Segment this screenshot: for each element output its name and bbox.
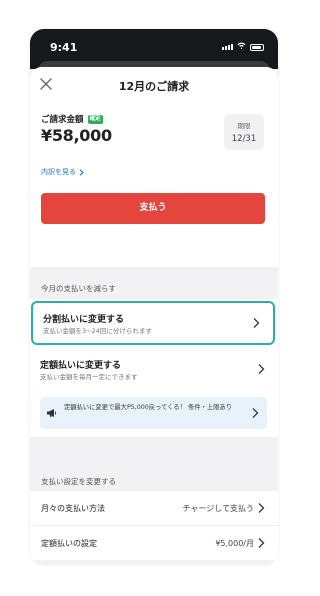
due-date: 12/31 xyxy=(231,134,257,144)
settings-section-label: 支払い設定を変更する xyxy=(41,477,116,486)
reduce-section-label: 今月の支払いを減らす xyxy=(41,284,116,293)
bill-amount: ¥58,000 xyxy=(41,126,112,145)
setting-value: チャージして支払う xyxy=(182,504,254,513)
payment-method-row[interactable]: 月々の支払い方法 チャージして支払う xyxy=(30,491,278,525)
chevron-right-icon xyxy=(258,503,265,513)
bill-sheet: 12月のご請求 ご請求金額 確定 ¥58,000 期限 12/31 内訳を見る … xyxy=(30,67,278,565)
details-link[interactable]: 内訳を見る xyxy=(41,167,84,177)
due-date-box: 期限 12/31 xyxy=(224,114,264,150)
chevron-right-icon xyxy=(252,408,259,418)
option-title: 分割払いに変更する xyxy=(43,315,125,325)
reduce-options-card: 分割払いに変更する 支払い金額を3~24回に分けられます 定額払いに変更する 支… xyxy=(30,299,278,437)
promo-notice[interactable]: 定額払いに変更で最大P5,000戻ってくる！ 条件・上限あり xyxy=(40,397,267,429)
chevron-right-icon xyxy=(258,364,265,374)
due-label: 期限 xyxy=(237,122,251,130)
confirmed-badge: 確定 xyxy=(87,114,103,124)
option-subtitle: 支払い金額を毎月一定にできます xyxy=(40,373,138,381)
installment-option[interactable]: 分割払いに変更する 支払い金額を3~24回に分けられます xyxy=(31,301,275,345)
chevron-right-icon xyxy=(258,538,265,548)
setting-value: ¥5,000/月 xyxy=(215,539,254,548)
fixed-payment-option[interactable]: 定額払いに変更する 支払い金額を毎月一定にできます xyxy=(30,349,278,389)
pay-button[interactable]: 支払う xyxy=(41,193,265,224)
fixed-payment-setting-row[interactable]: 定額払いの設定 ¥5,000/月 xyxy=(30,526,278,560)
signal-icon xyxy=(222,44,233,50)
chevron-right-icon xyxy=(253,318,260,328)
setting-label: 月々の支払い方法 xyxy=(41,504,105,513)
megaphone-icon xyxy=(47,409,57,418)
bill-label: ご請求金額 xyxy=(41,115,84,125)
wifi-icon xyxy=(237,42,246,52)
status-time: 9:41 xyxy=(50,41,78,54)
chevron-right-icon xyxy=(79,168,84,176)
option-title: 定額払いに変更する xyxy=(40,361,122,371)
page-title: 12月のご請求 xyxy=(118,80,190,93)
bill-summary: ご請求金額 確定 ¥58,000 期限 12/31 内訳を見る 支払う xyxy=(30,103,278,267)
status-icons xyxy=(222,42,264,52)
phone-frame: 9:41 12月のご請求 ご請求金額 確定 ¥58,000 期限 12/31 内… xyxy=(30,29,278,565)
promo-notice-text: 定額払いに変更で最大P5,000戻ってくる！ 条件・上限あり xyxy=(64,404,233,411)
setting-label: 定額払いの設定 xyxy=(41,539,97,548)
battery-icon xyxy=(250,43,264,51)
bill-label-row: ご請求金額 確定 xyxy=(41,113,103,125)
sheet-header: 12月のご請求 xyxy=(30,67,278,103)
details-link-label: 内訳を見る xyxy=(41,168,76,176)
option-subtitle: 支払い金額を3~24回に分けられます xyxy=(43,327,152,335)
